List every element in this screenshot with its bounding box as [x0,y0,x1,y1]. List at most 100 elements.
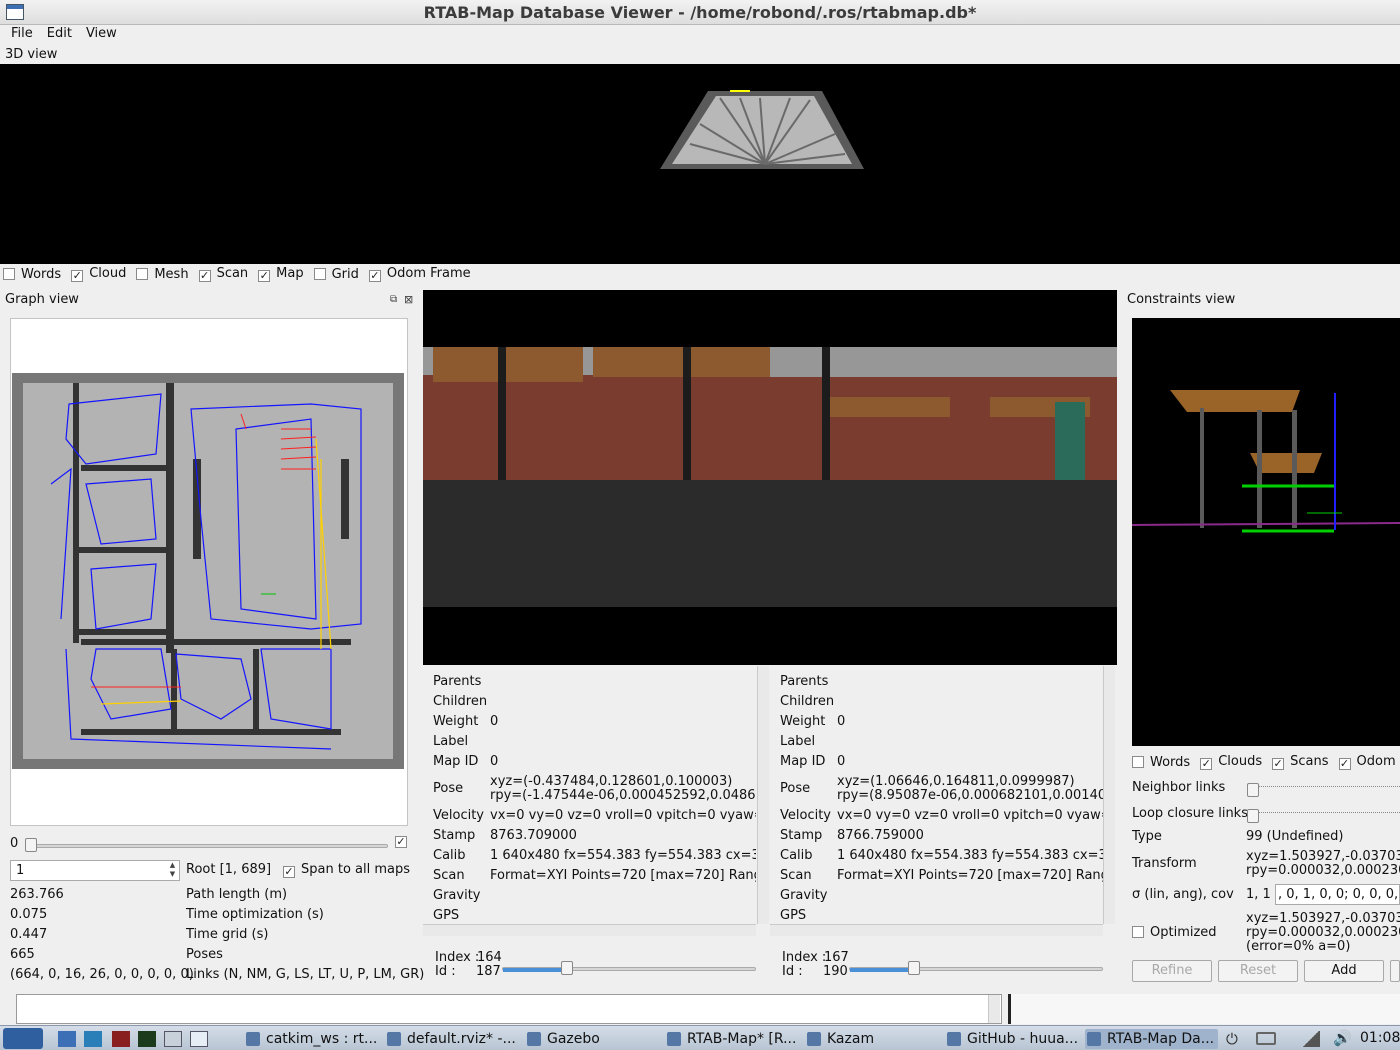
option-grid[interactable]: Grid [313,267,359,282]
dock-close-icon[interactable]: ⊠ [404,293,413,306]
right-info-hscroll[interactable] [770,924,1103,936]
task-rviz[interactable]: default.rviz* -... [385,1029,520,1049]
optimized-toggle[interactable]: Optimized [1132,925,1217,940]
constraints-odom-checkbox[interactable]: ✓ [1338,758,1351,770]
browser-icon[interactable] [84,1031,102,1047]
left-index-slider[interactable] [502,967,756,972]
desktop-icon[interactable] [190,1031,208,1047]
span-all-maps-checkbox[interactable]: ✓ [283,866,295,878]
option-scan[interactable]: ✓ Scan [198,266,248,282]
left-mapid-label: Map ID [433,754,479,769]
refine-button[interactable]: Refine [1132,960,1212,982]
menu-file[interactable]: File [5,25,39,45]
graph-canvas[interactable] [10,318,408,826]
window-icon[interactable] [164,1031,182,1047]
words-checkbox[interactable] [3,267,15,280]
option-odom-frame[interactable]: ✓ Odom Frame [368,266,471,282]
left-info-hscroll[interactable] [423,924,756,936]
view3d-canvas[interactable] [0,64,1400,264]
volume-icon[interactable]: 🔊 [1333,1029,1352,1047]
occupancy-grid-map [12,373,404,769]
left-children-label: Children [433,694,488,709]
sigma-label: σ (lin, ang), cov [1132,887,1234,902]
constraints-scans-checkbox[interactable]: ✓ [1272,758,1285,770]
extra-button[interactable] [1390,960,1400,982]
covariance-field[interactable]: , 0, 1, 0, 0; 0, 0, 0, 0 [1275,884,1400,905]
task-rtabmap[interactable]: RTAB-Map* [R... [665,1029,800,1049]
console-output[interactable] [16,994,1002,1024]
graph-slider-checkbox[interactable]: ✓ [395,836,407,848]
file-manager-icon[interactable] [58,1031,76,1047]
right-calib-label: Calib [780,848,813,863]
task-github[interactable]: GitHub - huua... [945,1029,1080,1049]
right-camera-image[interactable] [770,347,1117,607]
loop-closure-links-slider[interactable] [1250,812,1400,815]
neighbor-links-slider[interactable] [1250,786,1400,789]
menu-bar: File Edit View [0,25,1400,45]
left-info-vscroll[interactable] [757,666,769,924]
loop-closure-links-handle[interactable] [1247,809,1259,823]
stat-path-length-value: 263.766 [10,887,64,902]
right-index-value: 167 [824,950,849,965]
clock: 01:08 [1360,1030,1400,1046]
graph-root: Root [1, 689] [186,862,272,877]
menu-view[interactable]: View [80,25,123,45]
option-cloud[interactable]: ✓ Cloud [71,266,126,282]
menu-edit[interactable]: Edit [41,25,78,45]
grid-checkbox[interactable] [313,267,326,280]
spinbox-arrows-icon[interactable]: ▲ ▼ [166,861,179,880]
console-vscroll[interactable] [988,995,1000,1023]
sigma-value: 1, 1 [1246,887,1271,902]
odom-frame-checkbox[interactable]: ✓ [368,270,381,282]
right-children-label: Children [780,694,835,709]
app-icon[interactable] [6,4,24,20]
option-mesh[interactable]: Mesh [136,267,189,282]
right-index-label: Index : [782,950,827,965]
right-index-slider-handle[interactable] [908,961,920,975]
map-checkbox[interactable]: ✓ [258,270,271,282]
camera-icon[interactable] [1256,1032,1276,1045]
task-kazam[interactable]: Kazam [805,1029,940,1049]
span-all-maps[interactable]: ✓ Span to all maps [283,862,410,878]
constraints-option-odom[interactable]: ✓ Odom [1338,754,1396,770]
graph-slider-track[interactable] [28,844,388,848]
dock-float-icon[interactable]: ⧉ [390,294,397,305]
neighbor-links-handle[interactable] [1247,783,1259,797]
left-index-slider-handle[interactable] [561,961,573,975]
window-titlebar: RTAB-Map Database Viewer - /home/robond/… [0,0,1400,25]
task-terminal[interactable]: catkim_ws : rt... [244,1029,384,1049]
graph-slider-handle[interactable] [25,838,37,852]
right-id-value: 190 [823,964,848,979]
left-weight-value: 0 [490,714,499,729]
task-rtabmap-viewer[interactable]: RTAB-Map Da... [1085,1029,1218,1049]
add-button[interactable]: Add [1304,960,1384,982]
view3d-label: 3D view [5,47,58,62]
terminal-icon[interactable] [138,1031,156,1047]
mesh-checkbox[interactable] [136,267,149,280]
left-weight-label: Weight [433,714,479,729]
right-info-vscroll[interactable] [1103,666,1115,924]
option-map[interactable]: ✓ Map [258,266,304,282]
right-index-slider[interactable] [849,967,1103,972]
constraints-words-checkbox[interactable] [1132,755,1144,768]
reset-button[interactable]: Reset [1218,960,1298,982]
task-gazebo[interactable]: Gazebo [525,1029,655,1049]
graph-spinbox[interactable]: 1 [10,860,180,881]
option-words[interactable]: Words [3,267,61,282]
scan-checkbox[interactable]: ✓ [198,270,211,282]
left-scan-value: Format=XYI Points=720 [max=720] Range= [490,868,756,883]
constraints-render [1131,390,1400,533]
constraints-option-scans[interactable]: ✓ Scans [1272,754,1329,770]
network-icon[interactable] [1302,1031,1320,1047]
constraints-option-words[interactable]: Words [1132,755,1190,770]
constraints-canvas[interactable] [1131,318,1400,746]
start-menu-button[interactable] [3,1028,43,1049]
constraints-option-clouds[interactable]: ✓ Clouds [1200,754,1262,770]
power-icon[interactable]: ⏻ [1226,1030,1238,1048]
left-camera-image[interactable] [423,347,770,607]
media-icon[interactable] [112,1031,130,1047]
cloud-checkbox[interactable]: ✓ [71,270,84,282]
left-stamp-label: Stamp [433,828,476,843]
constraints-clouds-checkbox[interactable]: ✓ [1200,758,1213,770]
optimized-checkbox[interactable] [1132,926,1144,938]
